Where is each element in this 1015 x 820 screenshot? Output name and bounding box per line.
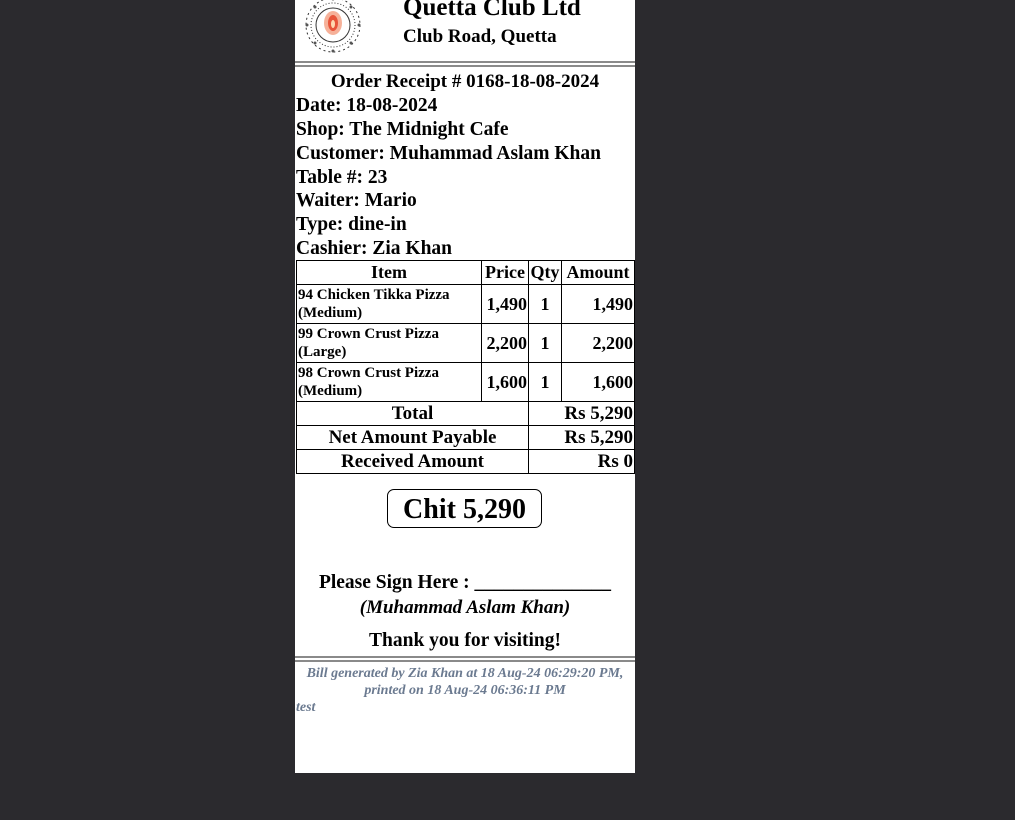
net-payable-row: Net Amount Payable Rs 5,290 [296, 425, 635, 450]
test-note: test [296, 700, 316, 715]
column-header-price: Price [481, 260, 529, 285]
receipt-title: Order Receipt # 0168-18-08-2024 [330, 71, 600, 92]
header-divider [295, 61, 635, 67]
receipt-page: Quetta Club Ltd Club Road, Quetta Order … [295, 0, 635, 773]
item-amount: 2,200 [561, 323, 635, 363]
items-table: Item Price Qty Amount 94 Chicken Tikka P… [296, 260, 635, 474]
item-qty: 1 [528, 284, 562, 324]
item-price: 1,600 [481, 362, 529, 402]
item-name: 99 Crown Crust Pizza (Large) [296, 323, 482, 363]
table-row: 98 Crown Crust Pizza (Medium) 1,600 1 1,… [296, 362, 635, 402]
item-amount: 1,600 [561, 362, 635, 402]
footer-divider [295, 656, 635, 662]
item-qty: 1 [528, 362, 562, 402]
bill-generated-note: Bill generated by Zia Khan at 18 Aug-24 … [306, 666, 624, 698]
table-row: 94 Chicken Tikka Pizza (Medium) 1,490 1 … [296, 284, 635, 324]
net-payable-value: Rs 5,290 [528, 425, 635, 450]
total-row: Total Rs 5,290 [296, 401, 635, 426]
receipt-date: Date: 18-08-2024 [296, 95, 438, 116]
receipt-table-number: Table #: 23 [296, 167, 388, 188]
item-name: 98 Crown Crust Pizza (Medium) [296, 362, 482, 402]
item-name: 94 Chicken Tikka Pizza (Medium) [296, 284, 482, 324]
signature-prompt: Please Sign Here : ______________ [318, 572, 612, 593]
column-header-amount: Amount [561, 260, 635, 285]
receipt-waiter: Waiter: Mario [296, 190, 417, 211]
item-price: 2,200 [481, 323, 529, 363]
table-row: 99 Crown Crust Pizza (Large) 2,200 1 2,2… [296, 323, 635, 363]
column-header-item: Item [296, 260, 482, 285]
item-qty: 1 [528, 323, 562, 363]
club-name: Quetta Club Ltd [403, 0, 581, 21]
item-price: 1,490 [481, 284, 529, 324]
receipt-shop: Shop: The Midnight Cafe [296, 119, 509, 140]
receipt-type: Type: dine-in [296, 214, 407, 235]
received-amount-row: Received Amount Rs 0 [296, 449, 635, 474]
thank-you-message: Thank you for visiting! [369, 630, 561, 651]
item-amount: 1,490 [561, 284, 635, 324]
column-header-qty: Qty [528, 260, 562, 285]
chit-total-box: Chit 5,290 [387, 489, 542, 528]
total-value: Rs 5,290 [528, 401, 635, 426]
receipt-customer: Customer: Muhammad Aslam Khan [296, 143, 601, 164]
items-table-header: Item Price Qty Amount [296, 260, 635, 285]
net-payable-label: Net Amount Payable [296, 425, 529, 450]
received-amount-label: Received Amount [296, 449, 529, 474]
received-amount-value: Rs 0 [528, 449, 635, 474]
club-logo [305, 0, 361, 53]
signature-customer-name: (Muhammad Aslam Khan) [359, 597, 571, 618]
total-label: Total [296, 401, 529, 426]
club-address: Club Road, Quetta [403, 26, 557, 47]
receipt-cashier: Cashier: Zia Khan [296, 238, 453, 259]
